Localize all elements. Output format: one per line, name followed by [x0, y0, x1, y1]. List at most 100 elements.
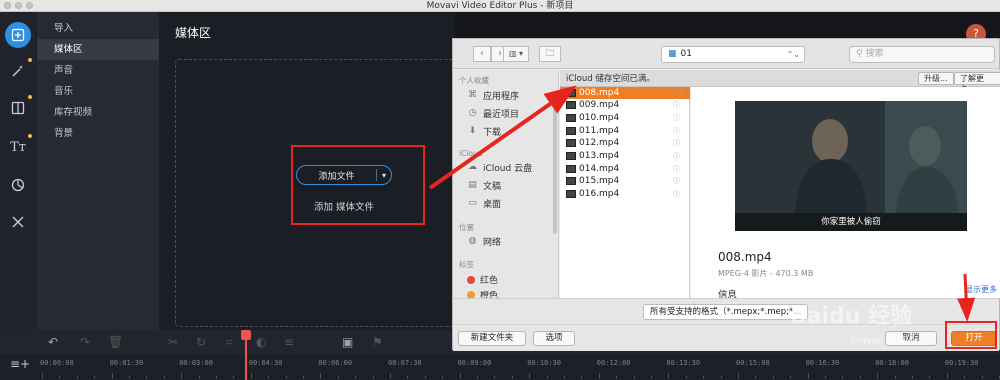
trash-icon[interactable]: 🗑 — [108, 335, 123, 349]
ruler-tick-mark — [250, 373, 252, 379]
watermark: Baidu 经验 jingyan.baidu.com — [790, 298, 990, 348]
sidebar-item-background[interactable]: 背景 — [37, 123, 159, 144]
ruler-tick-mark — [964, 376, 966, 379]
thumbnail-image — [735, 101, 967, 231]
ruler-tick-mark — [42, 373, 43, 379]
timeline-toolbar: ↶ ↷ 🗑 ✂ ↻ ⌗ ◐ ≡ ▣ ⚑ — [0, 330, 455, 354]
tags-header: 标签 — [459, 260, 474, 269]
ruler-tick-label: 00:18:00 — [875, 359, 909, 367]
sidebar-item-applications[interactable]: ⌘ 应用程序 — [467, 89, 519, 102]
ruler-tick-mark — [598, 373, 600, 379]
media-heading: 媒体区 — [175, 26, 212, 40]
titles-icon[interactable]: Tт — [5, 134, 31, 160]
ruler-tick-mark — [790, 376, 792, 379]
upgrade-button[interactable]: 升级... — [918, 72, 954, 85]
options-button[interactable]: 选项 — [533, 331, 575, 346]
search-input[interactable]: ⚲ 搜索 — [849, 46, 995, 63]
sidebar-item-stock-video[interactable]: 库存视频 — [37, 102, 159, 123]
list-item[interactable]: 012.mp4 ⓘ — [566, 137, 686, 149]
sidebar-item-network[interactable]: ◍ 网络 — [467, 235, 501, 248]
sidebar-item-recents[interactable]: ◷ 最近项目 — [467, 107, 519, 120]
list-item[interactable]: 016.mp4 ⓘ — [566, 188, 686, 200]
list-item[interactable]: 009.mp4 ⓘ — [566, 99, 686, 111]
playhead[interactable] — [241, 330, 251, 380]
sidebar-scrollbar[interactable] — [553, 104, 557, 234]
cloud-icon: ⓘ — [677, 89, 684, 97]
add-track-icon[interactable]: ≡+ — [10, 357, 30, 371]
time-ruler[interactable]: ≡+ 00:00:00 00:01:30 00:03:00 00:04:30 00:06… — [0, 354, 1000, 380]
list-item[interactable]: 010.mp4 ⓘ — [566, 112, 686, 124]
magic-wand-icon[interactable] — [5, 58, 31, 84]
show-more-link[interactable]: 显示更多 — [965, 284, 997, 295]
view-mode-icon[interactable]: ▥ ▾ — [503, 46, 529, 62]
list-item[interactable]: 014.mp4 ⓘ — [566, 163, 686, 175]
sidebar-item-music[interactable]: 音乐 — [37, 81, 159, 102]
new-badge — [28, 95, 32, 99]
crop-icon[interactable]: ⌗ — [226, 335, 233, 350]
ruler-tick-mark — [685, 376, 687, 379]
cloud-icon: ⓘ — [673, 165, 680, 173]
ruler-tick-mark — [94, 376, 96, 379]
list-item[interactable]: 008.mp4 ⓘ — [560, 87, 690, 99]
sidebar-item-import[interactable]: 导入 — [37, 18, 159, 39]
title-bar: Movavi Video Editor Plus - 新项目 — [0, 0, 1000, 12]
folder-icon[interactable]: 🗀 — [539, 46, 561, 62]
sidebar-label: 应用程序 — [483, 92, 520, 102]
ruler-tick-mark — [76, 376, 78, 379]
settings-icon[interactable]: ≡ — [284, 335, 294, 349]
file-name: 013.mp4 — [579, 151, 620, 161]
ruler-tick-mark — [372, 376, 374, 379]
sidebar-item-downloads[interactable]: ⬇ 下载 — [467, 125, 501, 138]
chevron-down-icon[interactable]: ▾ — [377, 171, 391, 180]
list-item[interactable]: 011.mp4 ⓘ — [566, 125, 686, 137]
ruler-tick-mark — [163, 376, 165, 379]
video-file-icon — [566, 152, 576, 160]
ruler-tick-mark — [442, 376, 444, 379]
tools-icon[interactable] — [5, 209, 31, 235]
captions-icon[interactable]: ▣ — [342, 335, 353, 349]
sidebar-tag-red[interactable]: 红色 — [467, 273, 498, 286]
folder-selector[interactable]: ■ 01 ⌃⌄ — [661, 46, 805, 63]
add-file-label: 添加文件 — [318, 171, 355, 182]
search-icon: ⚲ — [856, 49, 863, 59]
finder-sidebar: 个人收藏 ⌘ 应用程序 ◷ 最近项目 ⬇ 下载 iCloud ☁ iCloud 云盘 ▤… — [453, 70, 559, 298]
cloud-icon: ⓘ — [673, 127, 680, 135]
learn-more-button[interactable]: 了解更多... — [954, 72, 1000, 94]
stickers-icon[interactable] — [5, 172, 31, 198]
new-folder-button[interactable]: 新建文件夹 — [458, 331, 526, 346]
ruler-tick-mark — [807, 373, 809, 379]
list-item[interactable]: 015.mp4 ⓘ — [566, 175, 686, 187]
ruler-tick-mark — [424, 376, 426, 379]
ruler-tick-mark — [390, 373, 391, 379]
sidebar-tag-orange[interactable]: 橙色 — [467, 291, 498, 298]
ruler-tick-mark — [285, 376, 287, 379]
media-sidebar: 导入 媒体区 声音 音乐 库存视频 背景 — [37, 12, 159, 330]
marker-icon[interactable]: ⚑ — [372, 335, 383, 349]
rotate-icon[interactable]: ↻ — [196, 335, 206, 349]
sidebar-item-desktop[interactable]: ▭ 桌面 — [467, 197, 501, 210]
sidebar-label: 红色 — [480, 276, 499, 286]
import-tool-icon[interactable] — [5, 22, 31, 48]
cut-icon[interactable]: ✂ — [168, 335, 178, 349]
undo-icon[interactable]: ↶ — [48, 335, 58, 349]
add-file-button[interactable]: 添加文件 ▾ — [296, 165, 392, 185]
ruler-tick-mark — [494, 376, 496, 379]
icloud-storage-bar: iCloud 储存空间已满。 升级... 了解更多... — [560, 70, 1000, 94]
ruler-tick-mark — [616, 376, 618, 379]
sidebar-item-documents[interactable]: ▤ 文稿 — [467, 179, 501, 192]
list-item[interactable]: 013.mp4 ⓘ — [566, 150, 686, 162]
globe-icon: ◍ — [468, 236, 477, 246]
sidebar-item-sound[interactable]: 声音 — [37, 60, 159, 81]
sidebar-item-media[interactable]: 媒体区 — [37, 39, 159, 60]
ruler-tick-mark — [59, 376, 61, 379]
ruler-tick-mark — [407, 376, 409, 379]
video-subtitle: 你家里被人偷窃 — [821, 217, 881, 227]
file-format-select[interactable]: 所有受支持的格式（*.mepx;*.mep;*... — [643, 304, 808, 320]
sidebar-item-icloud-drive[interactable]: ☁ iCloud 云盘 — [467, 161, 532, 174]
ruler-tick-mark — [894, 376, 896, 379]
sidebar-label: 橙色 — [480, 291, 499, 298]
transitions-icon[interactable] — [5, 95, 31, 121]
back-icon[interactable]: ‹ — [473, 46, 491, 62]
color-adjust-icon[interactable]: ◐ — [256, 335, 266, 349]
redo-icon[interactable]: ↷ — [80, 335, 90, 349]
